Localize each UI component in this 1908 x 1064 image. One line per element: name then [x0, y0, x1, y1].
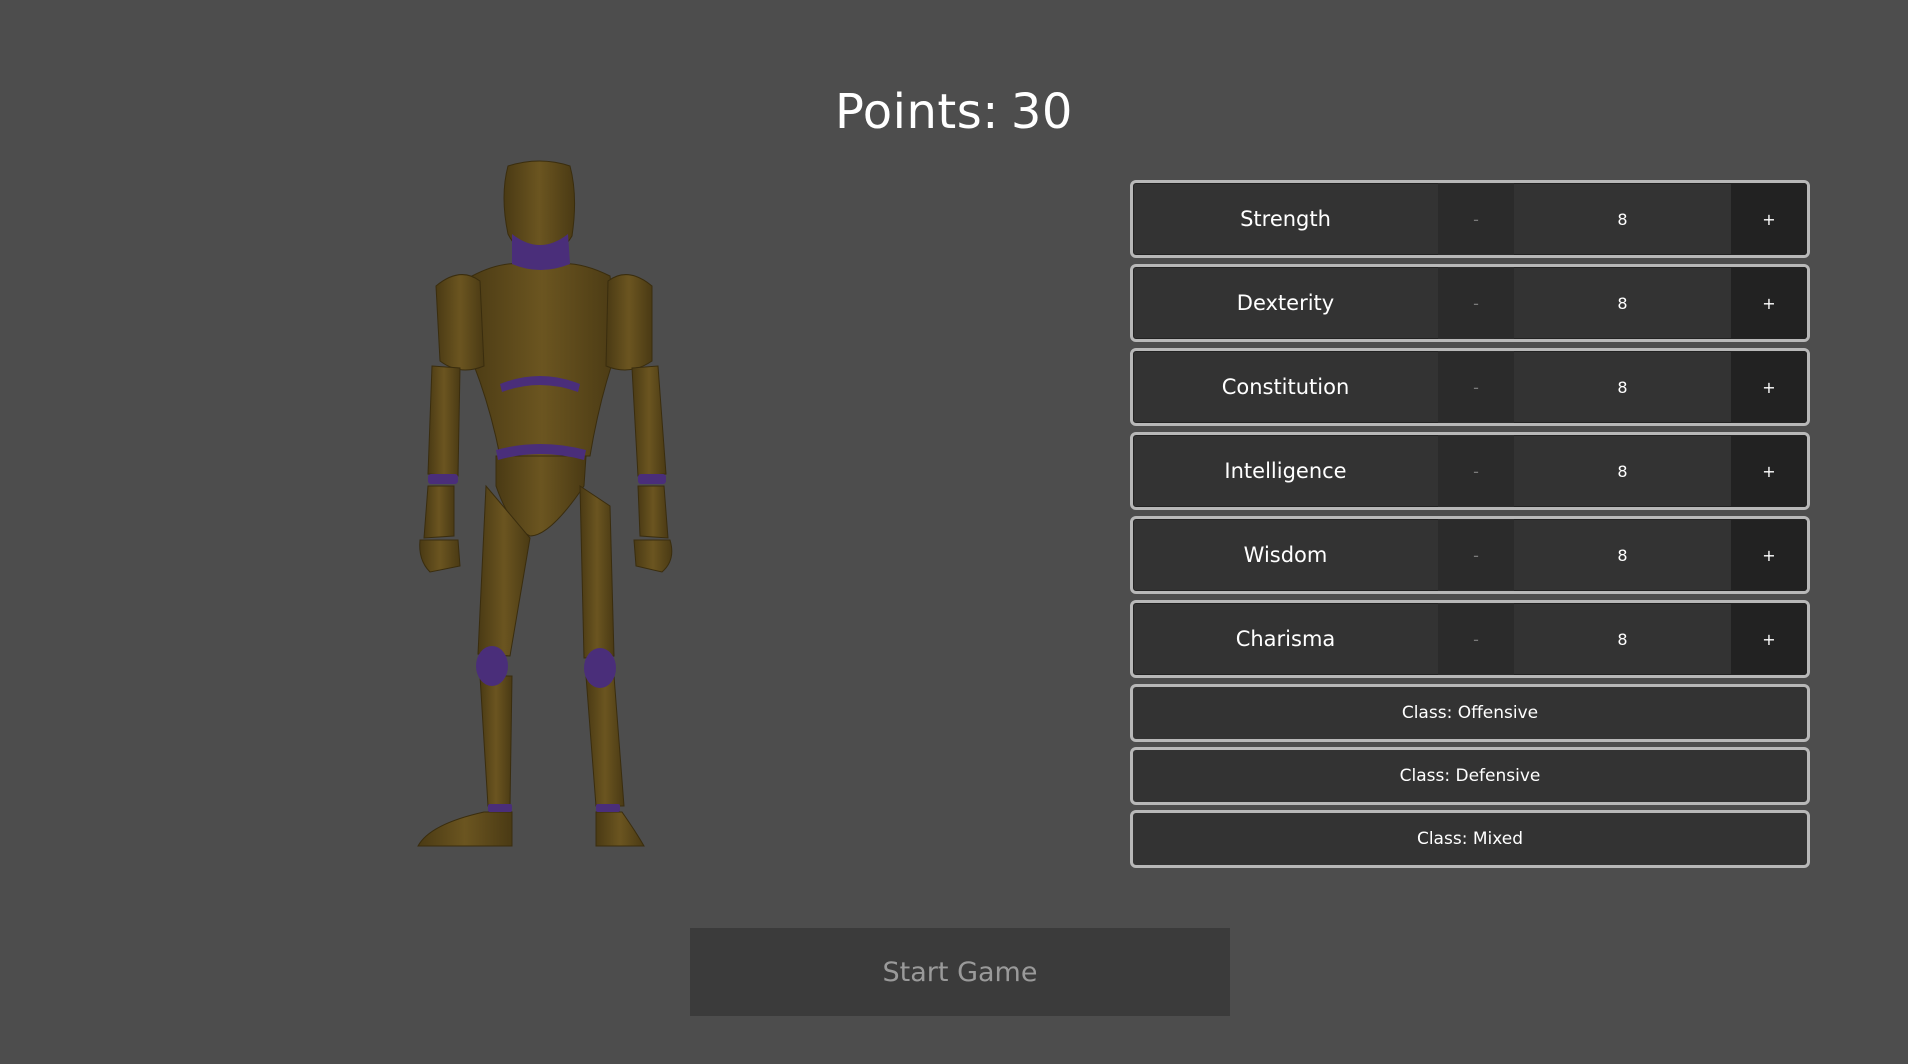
stat-row-intelligence: Intelligence - 8 + — [1130, 432, 1810, 510]
stat-row-strength: Strength - 8 + — [1130, 180, 1810, 258]
stat-label: Dexterity — [1236, 291, 1335, 315]
points-value: 30 — [1010, 84, 1073, 140]
class-mixed-button[interactable]: Class: Mixed — [1130, 810, 1810, 868]
character-model-icon — [417, 160, 673, 847]
intelligence-decrease-button[interactable]: - — [1438, 435, 1514, 507]
stat-value: 8 — [1617, 545, 1628, 565]
stat-value: 8 — [1617, 293, 1628, 313]
points-title: Points: 30 — [0, 84, 1908, 140]
stat-value: 8 — [1617, 629, 1628, 649]
stat-value: 8 — [1617, 377, 1628, 397]
class-defensive-button[interactable]: Class: Defensive — [1130, 747, 1810, 805]
constitution-increase-button[interactable]: + — [1731, 351, 1807, 423]
strength-decrease-button[interactable]: - — [1438, 183, 1514, 255]
class-offensive-button[interactable]: Class: Offensive — [1130, 684, 1810, 742]
stat-label: Wisdom — [1243, 543, 1328, 567]
charisma-increase-button[interactable]: + — [1731, 603, 1807, 675]
stat-row-dexterity: Dexterity - 8 + — [1130, 264, 1810, 342]
dexterity-decrease-button[interactable]: - — [1438, 267, 1514, 339]
stat-value: 8 — [1617, 209, 1628, 229]
stat-row-constitution: Constitution - 8 + — [1130, 348, 1810, 426]
points-label: Points: — [835, 84, 999, 140]
character-creation-screen: Points: 30 Strength - 8 + Dexterity - 8 … — [0, 0, 1908, 1064]
dexterity-increase-button[interactable]: + — [1731, 267, 1807, 339]
stat-label: Strength — [1240, 207, 1331, 231]
stat-label: Intelligence — [1224, 459, 1347, 483]
charisma-decrease-button[interactable]: - — [1438, 603, 1514, 675]
start-game-button[interactable]: Start Game — [690, 928, 1230, 1016]
constitution-decrease-button[interactable]: - — [1438, 351, 1514, 423]
stat-value: 8 — [1617, 461, 1628, 481]
stat-label: Constitution — [1221, 375, 1350, 399]
wisdom-increase-button[interactable]: + — [1731, 519, 1807, 591]
stat-row-wisdom: Wisdom - 8 + — [1130, 516, 1810, 594]
stat-label: Charisma — [1235, 627, 1336, 651]
wisdom-decrease-button[interactable]: - — [1438, 519, 1514, 591]
stat-row-charisma: Charisma - 8 + — [1130, 600, 1810, 678]
strength-increase-button[interactable]: + — [1731, 183, 1807, 255]
attributes-panel: Strength - 8 + Dexterity - 8 + Constitut… — [1130, 180, 1810, 873]
intelligence-increase-button[interactable]: + — [1731, 435, 1807, 507]
